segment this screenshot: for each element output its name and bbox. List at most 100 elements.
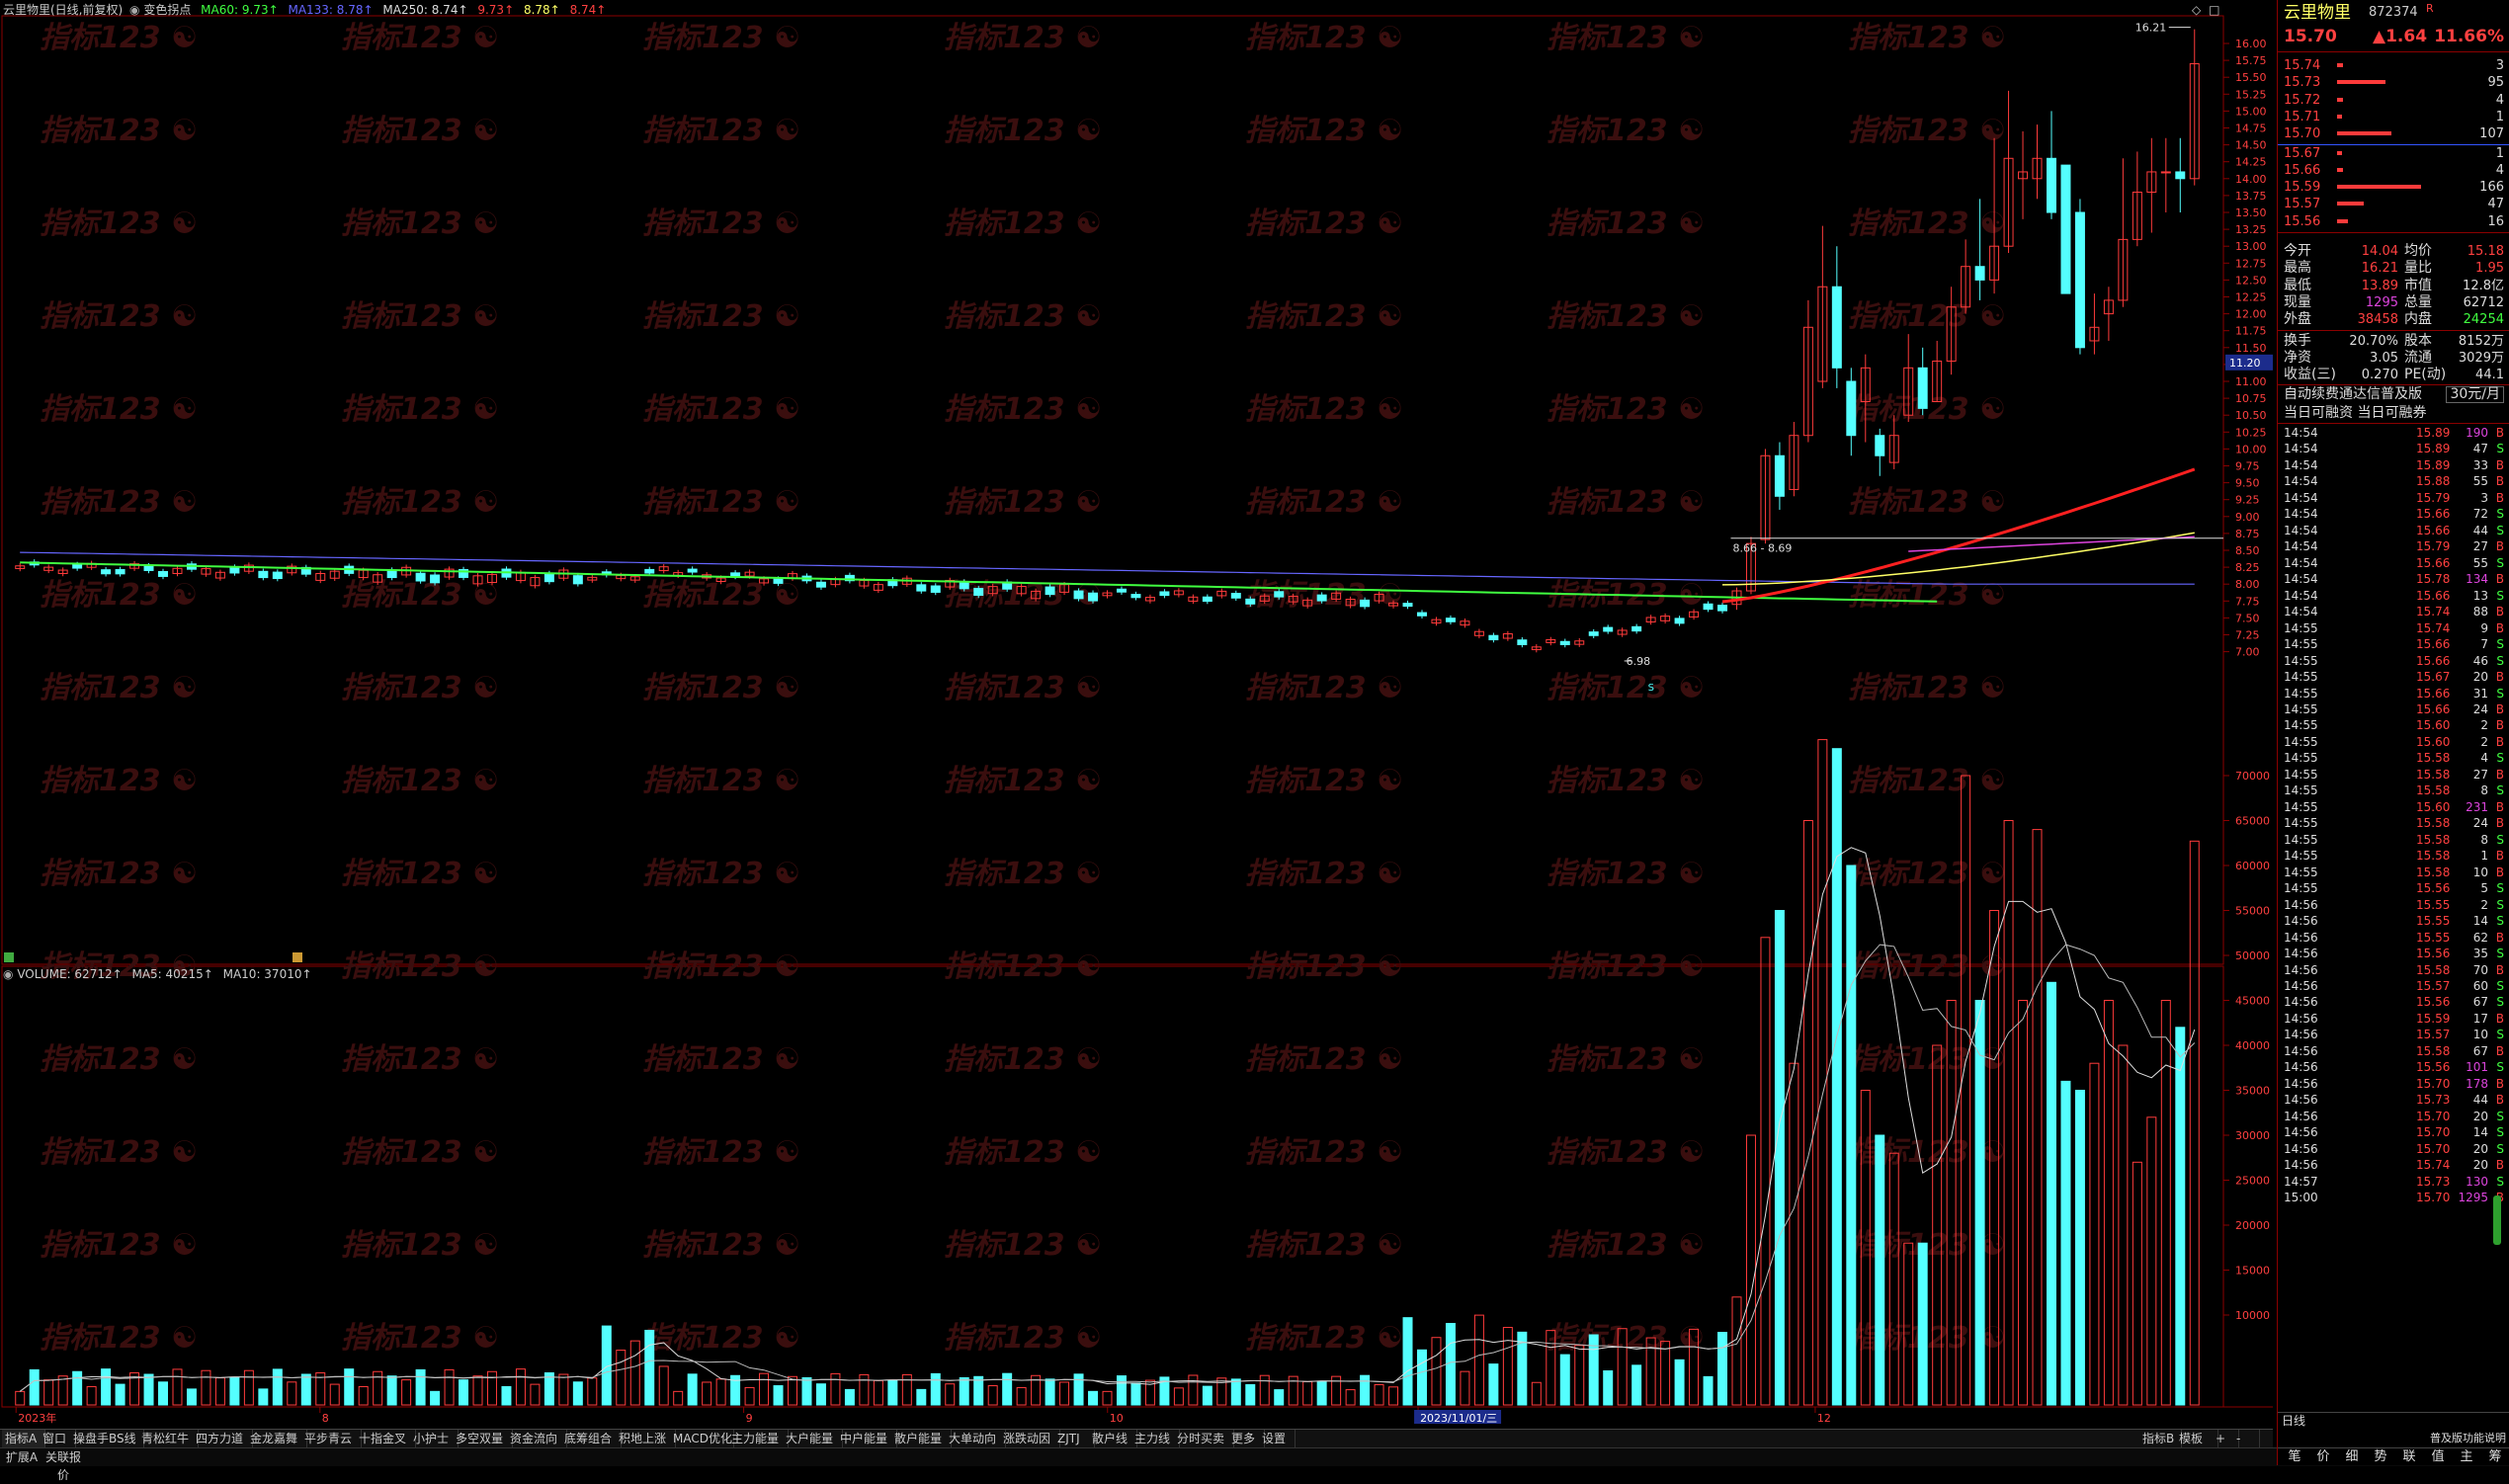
indicator-tab[interactable]: 四方力道	[193, 1430, 253, 1448]
pane-marker-green[interactable]	[4, 952, 14, 962]
trade-row: 14:54 15.88 55 B	[2278, 473, 2509, 489]
nav-diamond-icon[interactable]: ◇	[2192, 3, 2201, 17]
indicator-tab[interactable]: 主力线	[1131, 1430, 1180, 1448]
right-footer-tab[interactable]: 联	[2396, 1448, 2422, 1466]
right-footer-link[interactable]: 普及版功能说明	[2430, 1430, 2506, 1447]
indicator-tab[interactable]: 十指金叉	[356, 1430, 416, 1448]
indicator-tab[interactable]: 积地上涨	[616, 1430, 676, 1448]
indicator-tab[interactable]: 操盘手BS线	[70, 1430, 144, 1448]
right-footer-tab[interactable]: 势	[2368, 1448, 2393, 1466]
watermark-text: 指标123 ☯	[40, 857, 198, 891]
footer-tab[interactable]: 关联报价	[43, 1448, 83, 1482]
trade-time: 14:54	[2284, 539, 2318, 554]
indicator-tab[interactable]: 大户能量	[783, 1430, 843, 1448]
candle-body	[544, 572, 554, 583]
trade-side: S	[2496, 947, 2504, 961]
trade-row: 14:55 15.74 9 B	[2278, 620, 2509, 636]
nav-square-icon[interactable]: □	[2209, 3, 2219, 17]
promo-price-button[interactable]: 30元/月	[2446, 386, 2504, 404]
volume-bar	[459, 1379, 469, 1406]
promo-text-2[interactable]: 当日可融资 当日可融券	[2284, 405, 2426, 422]
trade-price: 15.57	[2416, 978, 2451, 993]
trade-price: 15.58	[2416, 962, 2451, 977]
kline-chart-area[interactable]: 指标123 ☯ 指标123 ☯ 指标123 ☯ 指标123 ☯ 指标123 ☯ 指标123…	[0, 0, 2273, 1438]
volume-bar	[101, 1368, 112, 1406]
promo-row[interactable]: 自动续费通达信普及版 30元/月	[2278, 386, 2509, 404]
trade-row: 14:54 15.66 72 S	[2278, 506, 2509, 522]
watermark-text: 指标123 ☯	[40, 1135, 198, 1170]
separator	[2278, 423, 2509, 424]
trade-volume: 101	[2466, 1060, 2488, 1075]
indicator-tab[interactable]: 资金流向	[507, 1430, 567, 1448]
volume-dot-icon[interactable]: ◉	[3, 967, 13, 981]
indicator-tab[interactable]: 平步青云	[301, 1430, 362, 1448]
volume-bar	[2118, 1044, 2129, 1406]
right-footer-tab[interactable]: 主	[2454, 1448, 2479, 1466]
kline-chart-canvas[interactable]: 指标123 ☯ 指标123 ☯ 指标123 ☯ 指标123 ☯ 指标123 ☯ 指标123…	[0, 0, 2273, 1429]
right-footer-tab[interactable]: 笔	[2282, 1448, 2307, 1466]
volume-bar	[1717, 1332, 1728, 1406]
candle-body	[1846, 380, 1857, 437]
volume-bar	[1460, 1370, 1470, 1406]
volume-axis-label: 65000	[2235, 815, 2270, 828]
right-footer-tab[interactable]: 值	[2425, 1448, 2451, 1466]
indicator-tab[interactable]: 设置	[1259, 1430, 1296, 1448]
candle-body	[386, 569, 397, 579]
indicator-tab[interactable]: 青松红牛	[138, 1430, 199, 1448]
indicator-tab[interactable]: 散户线	[1089, 1430, 1137, 1448]
trade-row: 14:55 15.66 46 S	[2278, 653, 2509, 669]
trade-row: 14:55 15.58 1 B	[2278, 848, 2509, 864]
chart-nav-icons[interactable]: ◇ □	[2192, 2, 2219, 18]
indicator-tab[interactable]: 金龙嘉舞	[247, 1430, 307, 1448]
trade-price: 15.89	[2416, 457, 2451, 472]
indicator-dot-icon[interactable]: ◉	[129, 3, 139, 17]
ma133-label: MA133: 8.78↑	[288, 3, 374, 17]
volume-bar	[1745, 1134, 1756, 1406]
promo-row-2[interactable]: 当日可融资 当日可融券	[2278, 405, 2509, 422]
order-price: 15.67	[2284, 145, 2321, 161]
right-bottom-tab[interactable]: 日线	[2282, 1413, 2305, 1430]
watermark-text: 指标123 ☯	[341, 1042, 499, 1077]
template-tab[interactable]: -	[2233, 1430, 2260, 1448]
right-footer-tab[interactable]: 价	[2310, 1448, 2336, 1466]
volume-bar	[801, 1376, 812, 1406]
trade-side: S	[2496, 978, 2504, 993]
quote-panel: 云里物里 872374 R 15.70 ▲1.64 11.66% 15.74 3 1…	[2277, 0, 2509, 1465]
right-footer-tab[interactable]: 细	[2339, 1448, 2365, 1466]
candle-body	[1316, 594, 1327, 602]
indicator-tab[interactable]: MACD优化	[670, 1430, 734, 1448]
volume-axis-label: 30000	[2235, 1129, 2270, 1142]
indicator-tab[interactable]: 涨跌动因	[1000, 1430, 1060, 1448]
footer-tab[interactable]: 扩展A	[2, 1448, 42, 1466]
pane-marker-orange[interactable]	[293, 952, 302, 962]
trade-scroll-thumb[interactable]	[2493, 1195, 2501, 1245]
volume-axis-label: 20000	[2235, 1219, 2270, 1232]
candle-body	[1703, 603, 1714, 611]
indicator-tab[interactable]: 中户能量	[837, 1430, 897, 1448]
trade-price: 15.66	[2416, 701, 2451, 716]
volume-bar	[916, 1388, 927, 1406]
watermark-text: 指标123 ☯	[1245, 392, 1403, 427]
indicator-tab[interactable]: 分时买卖	[1174, 1430, 1234, 1448]
indicator-tab[interactable]: 小护士	[410, 1430, 459, 1448]
price-axis-label: 11.75	[2235, 325, 2267, 338]
panel-stock-code: 872374	[2369, 5, 2418, 20]
stat-value: 24254	[2463, 312, 2504, 328]
trade-row: 14:56 15.74 20 B	[2278, 1157, 2509, 1173]
indicator-tab[interactable]: 多空双量	[453, 1430, 513, 1448]
right-footer-tab[interactable]: 筹	[2482, 1448, 2508, 1466]
indicator-tab[interactable]: 散户能量	[891, 1430, 952, 1448]
candle-body	[1360, 599, 1371, 608]
indicator-tab[interactable]: 底筹组合	[561, 1430, 622, 1448]
promo-text[interactable]: 自动续费通达信普及版	[2284, 386, 2422, 403]
candle-body	[229, 566, 240, 574]
indicator-tab[interactable]: 主力能量	[728, 1430, 789, 1448]
volume-bar	[959, 1376, 969, 1406]
watermark-text: 指标123 ☯	[341, 1228, 499, 1263]
indicator-name[interactable]: 变色拐点	[143, 3, 191, 17]
order-volume-bar	[2337, 114, 2342, 119]
trade-row: 14:56 15.57 10 S	[2278, 1027, 2509, 1042]
order-book-row: 15.70 107	[2278, 125, 2509, 142]
indicator-tab[interactable]: 大单动向	[946, 1430, 1006, 1448]
watermark-text: 指标123 ☯	[40, 114, 198, 148]
